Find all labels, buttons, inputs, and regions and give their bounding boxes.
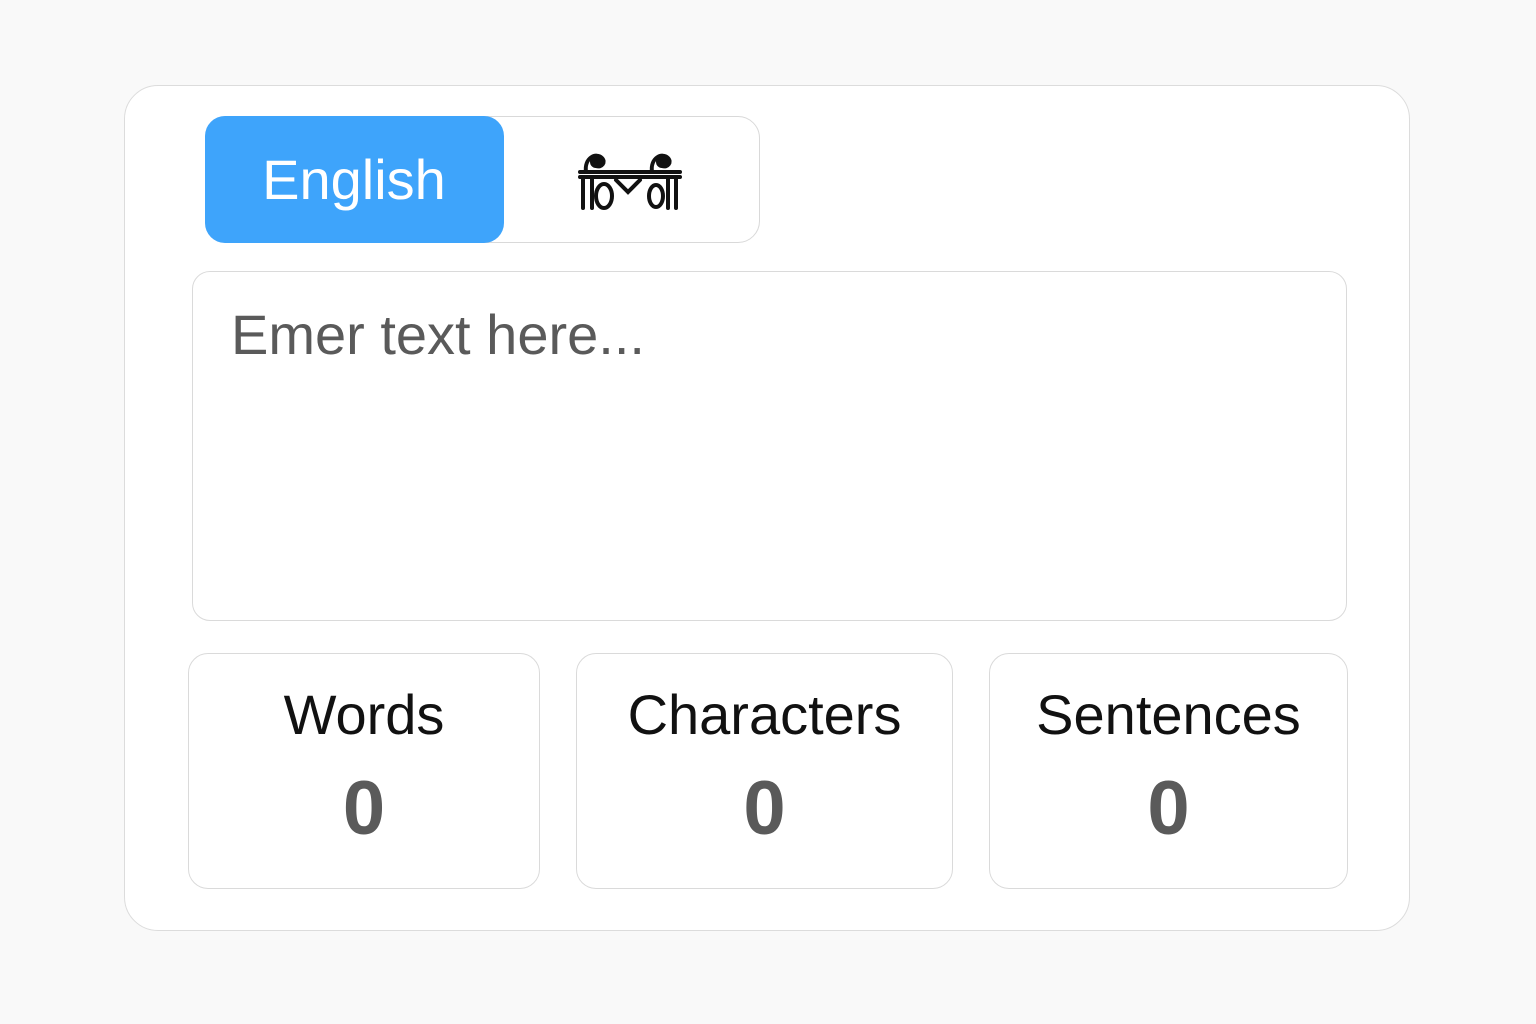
- words-label: Words: [283, 683, 445, 746]
- sentences-label: Sentences: [1036, 683, 1301, 746]
- characters-stat-card: Characters 0: [576, 653, 953, 889]
- characters-count: 0: [743, 766, 786, 851]
- word-counter-card: English Emer text here... Words 0 Charac…: [124, 85, 1410, 931]
- language-option-hindi[interactable]: [503, 116, 759, 243]
- language-toggle: English: [204, 115, 760, 243]
- text-input[interactable]: [192, 271, 1347, 621]
- hindi-label-glyphs: [578, 153, 682, 210]
- words-stat-card: Words 0: [188, 653, 540, 889]
- characters-label: Characters: [627, 683, 902, 746]
- sentences-count: 0: [1147, 766, 1190, 851]
- sentences-stat-card: Sentences 0: [989, 653, 1348, 889]
- language-option-english[interactable]: English: [204, 115, 504, 243]
- words-count: 0: [342, 766, 386, 851]
